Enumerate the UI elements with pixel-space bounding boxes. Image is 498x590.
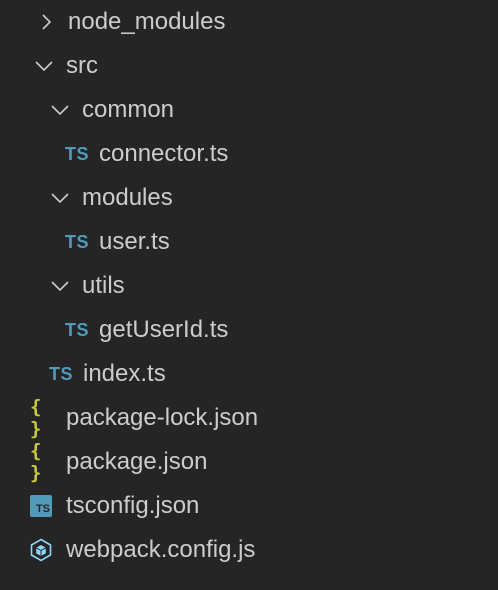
tree-item-label: package.json	[66, 448, 208, 475]
tree-item-label: package-lock.json	[66, 404, 259, 431]
chevron-down-icon[interactable]	[34, 56, 54, 76]
file-explorer-tree: node_modules src common TS connector.ts …	[0, 0, 498, 590]
json-icon: { }	[30, 396, 42, 440]
typescript-icon: TS	[64, 143, 89, 164]
chevron-down-icon[interactable]	[50, 188, 70, 208]
tree-item-label: user.ts	[99, 228, 170, 255]
tree-item-label: utils	[82, 272, 125, 299]
tree-item-common[interactable]: common	[0, 88, 498, 132]
webpack-icon	[29, 538, 53, 562]
chevron-down-icon[interactable]	[50, 276, 70, 296]
tree-item-utils[interactable]: utils	[0, 264, 498, 308]
typescript-icon: TS	[64, 319, 89, 340]
tree-item-label: webpack.config.js	[66, 536, 256, 563]
tree-item-src[interactable]: src	[0, 44, 498, 88]
tree-item-webpack-config-js[interactable]: webpack.config.js	[0, 528, 498, 572]
typescript-icon: TS	[64, 231, 89, 252]
tree-item-label: src	[66, 52, 98, 79]
tree-item-label: modules	[82, 184, 173, 211]
tree-item-modules[interactable]: modules	[0, 176, 498, 220]
tree-item-label: connector.ts	[99, 140, 229, 167]
tree-item-getuserid-ts[interactable]: TS getUserId.ts	[0, 308, 498, 352]
tree-item-index-ts[interactable]: TS index.ts	[0, 352, 498, 396]
tree-item-package-lock-json[interactable]: { } package-lock.json	[0, 396, 498, 440]
tree-item-connector-ts[interactable]: TS connector.ts	[0, 132, 498, 176]
chevron-right-icon[interactable]	[36, 12, 56, 32]
tree-item-tsconfig-json[interactable]: TS tsconfig.json	[0, 484, 498, 528]
chevron-down-icon[interactable]	[50, 100, 70, 120]
tree-item-label: tsconfig.json	[66, 492, 200, 519]
tree-item-label: getUserId.ts	[99, 316, 229, 343]
tree-item-label: index.ts	[83, 360, 166, 387]
json-icon: { }	[30, 440, 42, 484]
typescript-icon: TS	[48, 363, 73, 384]
tree-item-package-json[interactable]: { } package.json	[0, 440, 498, 484]
tree-item-user-ts[interactable]: TS user.ts	[0, 220, 498, 264]
tree-item-node-modules[interactable]: node_modules	[0, 0, 498, 44]
tsconfig-icon: TS	[30, 495, 52, 517]
tree-item-label: node_modules	[68, 8, 226, 35]
tree-item-label: common	[82, 96, 175, 123]
